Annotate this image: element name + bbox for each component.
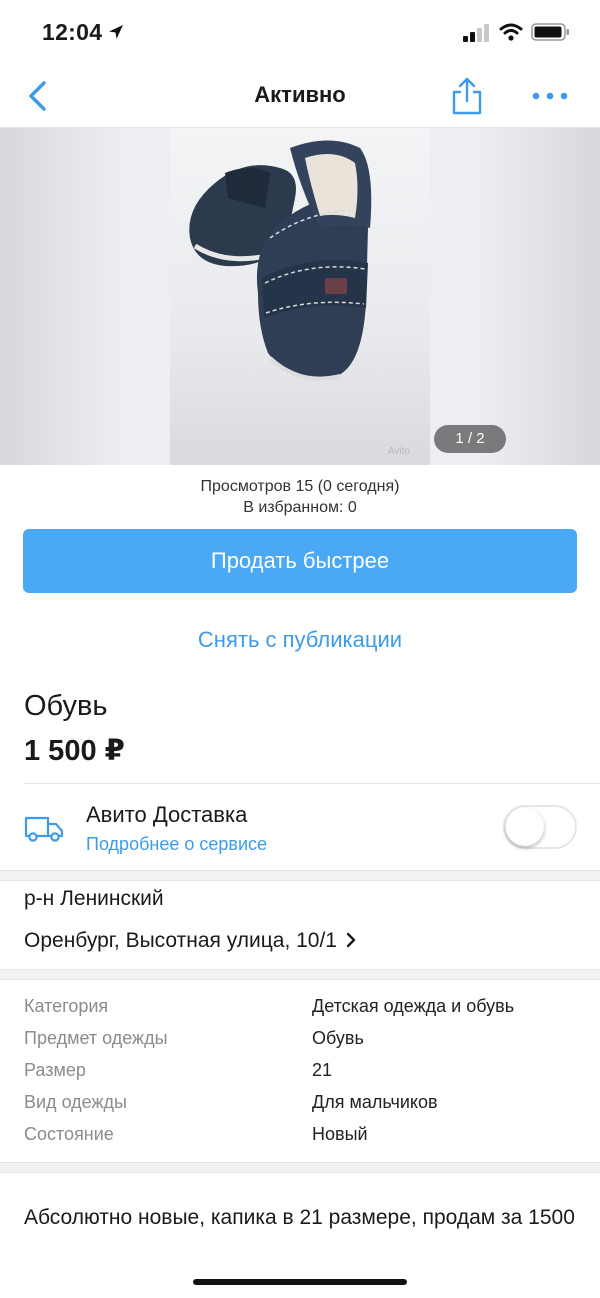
divider <box>24 783 600 784</box>
product-photo[interactable]: 1 / 2 <box>170 128 506 465</box>
item-price: 1 500 ₽ <box>24 735 125 767</box>
location-address[interactable]: Оренбург, Высотная улица, 10/1 <box>24 929 357 953</box>
views-count: Просмотров 15 (0 сегодня) <box>200 478 400 495</box>
sell-faster-button[interactable]: Продать быстрее <box>23 529 577 593</box>
delivery-toggle[interactable] <box>503 805 577 849</box>
param-row: Состояние Новый <box>0 1122 600 1154</box>
param-value: Новый <box>312 1124 368 1144</box>
item-params: Категория Детская одежда и обувь Предмет… <box>0 994 600 1154</box>
param-row: Категория Детская одежда и обувь <box>0 994 600 1026</box>
signal-icon <box>463 24 489 42</box>
share-icon[interactable] <box>450 76 484 116</box>
more-dots-icon[interactable] <box>530 86 570 106</box>
location-arrow-icon <box>109 25 123 39</box>
param-label: Категория <box>24 996 109 1016</box>
address-text: Оренбург, Высотная улица, 10/1 <box>24 929 337 952</box>
param-value: 21 <box>312 1060 333 1080</box>
home-indicator <box>193 1279 407 1285</box>
toggle-knob <box>506 808 544 846</box>
param-row: Предмет одежды Обувь <box>0 1026 600 1058</box>
page-title: Активно <box>254 82 346 107</box>
delivery-truck-icon <box>24 816 64 842</box>
param-label: Состояние <box>24 1124 114 1144</box>
param-row: Вид одежды Для мальчиков <box>0 1090 600 1122</box>
photo-gallery[interactable]: 1 / 2 Avito <box>0 128 600 465</box>
status-time: 12:04 <box>42 19 103 45</box>
item-description: Абсолютно новые, капика в 21 размере, пр… <box>24 1206 575 1229</box>
delivery-details-link[interactable]: Подробнее о сервисе <box>86 834 267 855</box>
section-gap <box>0 969 600 980</box>
shoe-photo-illustration <box>189 140 372 381</box>
location-district: р-н Ленинский <box>24 887 164 910</box>
delivery-title: Авито Доставка <box>86 802 248 827</box>
photo-counter: 1 / 2 <box>434 425 506 453</box>
param-value: Детская одежда и обувь <box>312 996 515 1016</box>
battery-icon <box>531 23 569 41</box>
nav-bar: Активно <box>0 64 600 128</box>
param-value: Обувь <box>312 1028 364 1048</box>
section-gap <box>0 870 600 881</box>
unpublish-button[interactable]: Снять с публикации <box>0 627 600 653</box>
wifi-icon <box>499 23 523 41</box>
section-gap <box>0 1162 600 1173</box>
status-bar: 12:04 <box>0 0 600 64</box>
param-label: Предмет одежды <box>24 1028 168 1048</box>
param-row: Размер 21 <box>0 1058 600 1090</box>
param-label: Размер <box>24 1060 86 1080</box>
param-label: Вид одежды <box>24 1092 127 1112</box>
chevron-right-icon <box>346 932 356 948</box>
param-value: Для мальчиков <box>312 1092 438 1112</box>
photo-watermark: Avito <box>388 446 411 457</box>
listing-stats: Просмотров 15 (0 сегодня) В избранном: 0 <box>0 476 600 518</box>
favorites-count: В избранном: 0 <box>243 499 357 516</box>
item-title: Обувь <box>24 690 108 722</box>
